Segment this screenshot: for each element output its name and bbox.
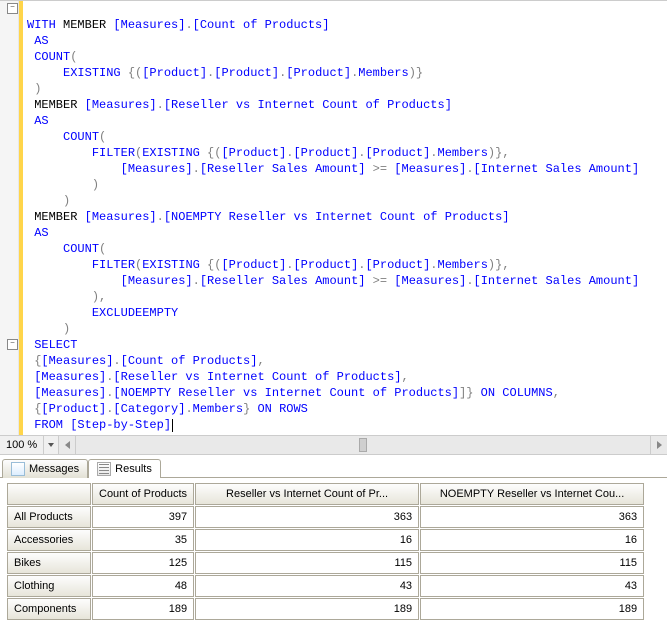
cell[interactable]: 363 [420,506,644,528]
table-row: Bikes 125 115 115 [7,552,644,574]
code-area[interactable]: −WITH MEMBER [Measures].[Count of Produc… [23,1,643,435]
table-row: Accessories 35 16 16 [7,529,644,551]
result-tabs: Messages Results [0,455,667,478]
row-header[interactable]: Clothing [7,575,91,597]
text-cursor [172,419,173,432]
code-editor[interactable]: −WITH MEMBER [Measures].[Count of Produc… [0,0,667,435]
header-row: Count of Products Reseller vs Internet C… [7,483,644,505]
row-header[interactable]: All Products [7,506,91,528]
hscroll-track[interactable] [75,436,651,454]
zoom-bar: 100 % [0,435,667,455]
results-grid: Count of Products Reseller vs Internet C… [0,478,667,631]
scroll-left[interactable] [59,436,75,454]
cell[interactable]: 115 [195,552,419,574]
cell[interactable]: 43 [420,575,644,597]
cell[interactable]: 43 [195,575,419,597]
zoom-dropdown[interactable] [44,436,59,454]
tab-label: Results [115,463,152,475]
cell[interactable]: 189 [420,598,644,620]
messages-icon [11,462,25,476]
tab-label: Messages [29,463,79,475]
table-row: All Products 397 363 363 [7,506,644,528]
cell[interactable]: 189 [92,598,194,620]
tab-results[interactable]: Results [88,459,161,478]
corner-cell[interactable] [7,483,91,505]
cell[interactable]: 35 [92,529,194,551]
cell[interactable]: 189 [195,598,419,620]
cell[interactable]: 397 [92,506,194,528]
row-header[interactable]: Bikes [7,552,91,574]
scroll-right[interactable] [651,436,667,454]
col-header[interactable]: Count of Products [92,483,194,505]
cell[interactable]: 363 [195,506,419,528]
kw-with: WITH [27,18,56,32]
fold-icon[interactable]: − [7,339,18,350]
cell[interactable]: 16 [195,529,419,551]
table-row: Components 189 189 189 [7,598,644,620]
gutter [0,1,19,435]
cell[interactable]: 48 [92,575,194,597]
tab-messages[interactable]: Messages [2,459,88,478]
col-header[interactable]: NOEMPTY Reseller vs Internet Cou... [420,483,644,505]
hscroll-thumb[interactable] [359,438,367,452]
cell[interactable]: 16 [420,529,644,551]
fold-icon[interactable]: − [7,3,18,14]
results-icon [97,462,111,476]
col-header[interactable]: Reseller vs Internet Count of Pr... [195,483,419,505]
cell[interactable]: 125 [92,552,194,574]
table-row: Clothing 48 43 43 [7,575,644,597]
row-header[interactable]: Components [7,598,91,620]
cell[interactable]: 115 [420,552,644,574]
zoom-percent: 100 % [0,436,44,454]
results-table: Count of Products Reseller vs Internet C… [6,482,645,621]
row-header[interactable]: Accessories [7,529,91,551]
